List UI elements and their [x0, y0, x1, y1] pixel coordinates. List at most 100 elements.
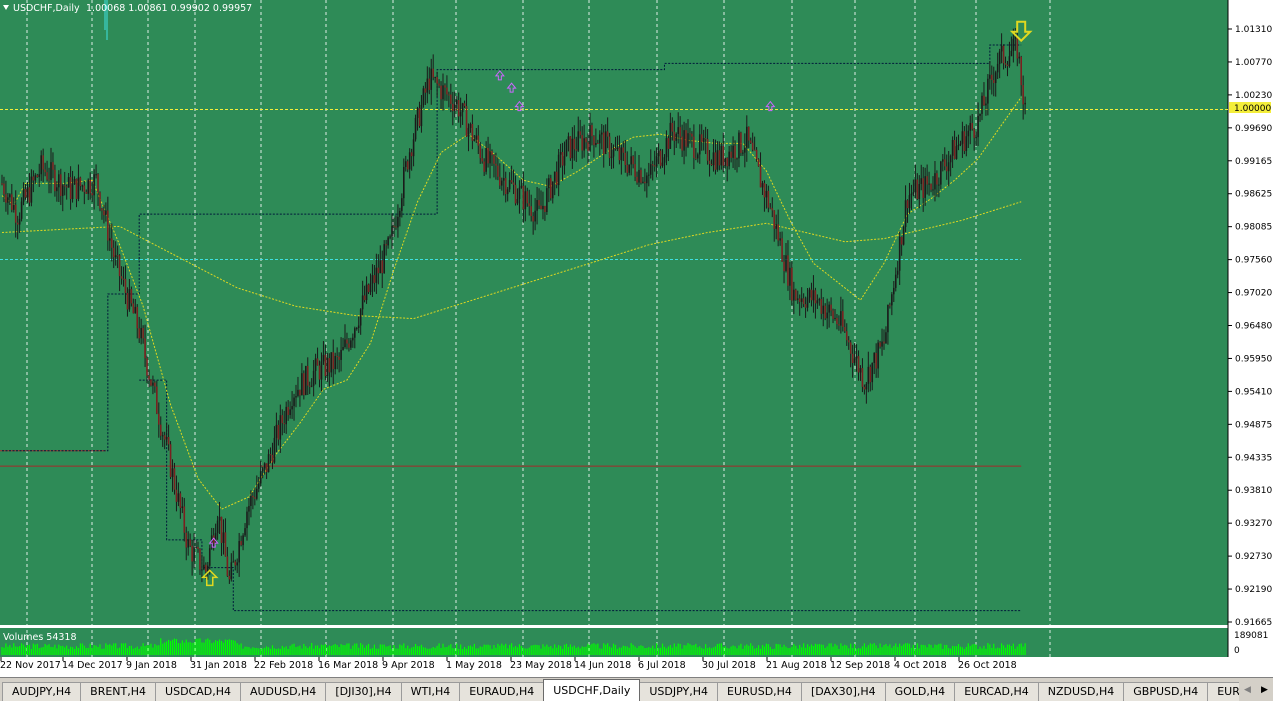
tab-audusd-h4[interactable]: AUDUSD,H4	[239, 682, 327, 701]
tab-dax30-h4[interactable]: [DAX30],H4	[800, 682, 886, 701]
candle-body	[438, 83, 440, 86]
volume-bar	[328, 645, 330, 655]
volume-bar	[487, 644, 489, 655]
candle-body	[501, 180, 503, 186]
volume-bar	[391, 648, 393, 655]
volume-bar	[981, 648, 983, 655]
tab-usdchf-daily[interactable]: USDCHF,Daily	[543, 679, 641, 701]
volume-bar	[936, 644, 938, 655]
volume-bar	[350, 648, 352, 655]
volume-bar	[585, 646, 587, 655]
tab-audjpy-h4[interactable]: AUDJPY,H4	[2, 682, 82, 701]
candle-body	[383, 244, 385, 274]
candle-body	[820, 299, 823, 314]
tab-wti-h4[interactable]: WTI,H4	[400, 682, 461, 701]
candle-body	[722, 145, 725, 166]
price-tick-label: 0.92730	[1235, 552, 1272, 562]
candle-body	[806, 297, 809, 308]
candle-body	[904, 200, 907, 228]
candle-body	[514, 184, 517, 204]
candle-body	[81, 185, 84, 187]
volume-bar	[42, 647, 44, 655]
volume-bar	[505, 643, 507, 655]
tab-gbpusd-h4[interactable]: GBPUSD,H4	[1123, 682, 1209, 701]
candle-body	[159, 424, 162, 436]
volume-bar	[309, 646, 311, 655]
volume-bar	[593, 643, 595, 655]
volume-bar	[630, 643, 632, 655]
volume-bar	[624, 646, 626, 655]
volume-bar	[293, 643, 295, 655]
candle-body	[822, 305, 825, 314]
tab-eurusd-h4[interactable]: EURUSD,H4	[717, 682, 802, 701]
volume-bar	[830, 643, 832, 655]
time-tick-label: 26 Oct 2018	[958, 660, 1017, 671]
volume-bar	[183, 642, 185, 655]
candle-body	[328, 358, 331, 373]
scroll-right-icon[interactable]: ▶	[1261, 685, 1268, 695]
volume-bar	[367, 643, 370, 655]
candle-body	[324, 354, 327, 376]
candle-body	[659, 150, 662, 166]
candle-body	[546, 188, 548, 213]
candle-body	[436, 77, 438, 84]
volume-bar	[871, 644, 873, 655]
tab-brent-h4[interactable]: BRENT,H4	[80, 682, 157, 701]
candle-body	[393, 225, 395, 227]
volume-bar	[1010, 646, 1012, 655]
volume-bar	[342, 645, 344, 655]
volume-bar	[1001, 643, 1003, 655]
tab-dji30-h4[interactable]: [DJI30],H4	[325, 682, 402, 701]
candle-body	[110, 238, 113, 248]
volume-bar	[946, 644, 948, 655]
price-chart[interactable]: 1.01310 1.00770 1.00230 0.99690 0.99165 0.986…	[0, 0, 1273, 677]
volume-bar	[256, 647, 258, 655]
candle-body	[406, 161, 409, 170]
time-tick-label: 23 May 2018	[510, 660, 572, 671]
candle-body	[297, 389, 299, 396]
candle-body	[728, 151, 730, 167]
candle-body	[955, 146, 958, 159]
candle-body	[208, 548, 211, 566]
volume-bar	[512, 647, 515, 655]
volume-bar	[744, 645, 746, 655]
volume-bar	[220, 641, 223, 655]
candle-body	[804, 304, 807, 308]
tab-eurcad-h4[interactable]: EURCAD,H4	[954, 682, 1039, 701]
candle-body	[418, 108, 421, 127]
tab-usdcad-h4[interactable]: USDCAD,H4	[155, 682, 241, 701]
candle-body	[665, 138, 668, 158]
candle-body	[469, 123, 472, 128]
volume-bar	[414, 643, 417, 655]
volume-bar	[848, 648, 850, 655]
candle-body	[577, 131, 580, 151]
candle-body	[800, 298, 803, 302]
candle-body	[869, 366, 872, 383]
candle-body	[336, 355, 338, 357]
candle-body	[930, 183, 932, 190]
candle-body	[812, 290, 815, 301]
volume-bar	[724, 646, 726, 655]
tab-gold-h4[interactable]: GOLD,H4	[884, 682, 956, 701]
volume-bar	[305, 646, 307, 655]
candle-body	[93, 174, 95, 196]
candle-body	[889, 304, 891, 306]
tab-euraud-h4[interactable]: EURAUD,H4	[459, 682, 545, 701]
volume-bar	[217, 641, 219, 655]
volume-bar	[752, 645, 754, 655]
candle-body	[516, 199, 519, 204]
volume-bar	[262, 648, 264, 655]
volume-bar	[191, 642, 193, 655]
volume-bar	[132, 648, 134, 655]
tab-nzdusd-h4[interactable]: NZDUSD,H4	[1037, 682, 1125, 701]
volume-bar	[705, 644, 707, 655]
scroll-left-icon[interactable]: ◀	[1244, 685, 1251, 695]
candle-body	[314, 358, 317, 371]
candle-body	[448, 94, 450, 96]
candle-body	[924, 176, 926, 198]
candle-body	[346, 339, 348, 344]
volume-bar	[893, 645, 895, 655]
tab-usdjpy-h4[interactable]: USDJPY,H4	[639, 682, 719, 701]
candle-body	[718, 150, 721, 166]
volume-bar	[1006, 644, 1009, 655]
